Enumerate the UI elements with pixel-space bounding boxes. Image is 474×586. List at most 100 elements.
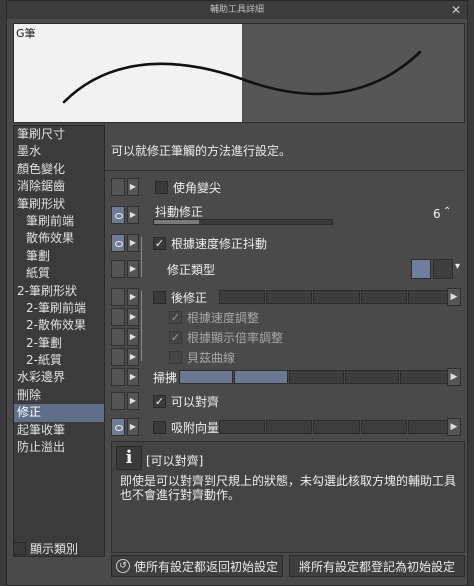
- settings-panel: ▶ 使角變尖 ▶ 抖動修正 6 ⌃ ▶ ✓ 根據速度修正抖動 ▶ 修正類型 ▾ …: [105, 177, 469, 439]
- category-item[interactable]: 2-散佈效果: [14, 317, 104, 334]
- speed-stab-checkbox[interactable]: ✓: [153, 236, 166, 250]
- post-correction-bar[interactable]: [219, 290, 455, 304]
- expand-arrow-icon[interactable]: ▶: [127, 328, 139, 346]
- stabilization-slider-fill: [154, 220, 199, 224]
- correction-type-label: 修正類型: [167, 262, 216, 277]
- bar-segment: [360, 420, 407, 434]
- category-item[interactable]: 刪除: [14, 387, 104, 404]
- row-sweep: ▶ 掃拂 ▶: [105, 367, 469, 387]
- close-icon[interactable]: ✕: [451, 1, 461, 19]
- bezier-label: 貝茲曲線: [187, 350, 236, 365]
- row-stabilization: ▶ 抖動修正 6 ⌃: [105, 203, 469, 227]
- speed-adjust-checkbox[interactable]: ✓: [169, 310, 182, 324]
- speed-adjust-label: 根據速度調整: [187, 310, 260, 325]
- visibility-toggle-icon[interactable]: [111, 260, 125, 278]
- category-item[interactable]: 紙質: [14, 265, 104, 282]
- stabilization-value[interactable]: 6: [433, 207, 441, 221]
- bar-segment: [313, 290, 360, 304]
- bar-segment: [399, 370, 455, 384]
- zoom-adjust-checkbox[interactable]: ✓: [169, 330, 182, 344]
- category-item[interactable]: 散佈效果: [14, 230, 104, 247]
- speed-stab-label: 根據速度修正抖動: [171, 236, 268, 251]
- category-item[interactable]: 筆劃: [14, 248, 104, 265]
- bar-segment: [266, 420, 313, 434]
- corner-sharp-checkbox[interactable]: [155, 180, 168, 194]
- visibility-toggle-icon[interactable]: [111, 234, 125, 252]
- visibility-toggle-icon[interactable]: [111, 178, 125, 196]
- bar-segment: [219, 420, 266, 434]
- expand-arrow-icon[interactable]: ▶: [127, 178, 139, 196]
- category-item[interactable]: 顏色變化: [14, 161, 104, 178]
- category-item[interactable]: 2-紙質: [14, 352, 104, 369]
- category-description: 可以就修正筆觸的方法進行設定。: [105, 125, 465, 171]
- sweep-label: 掃拂: [153, 370, 178, 385]
- category-item[interactable]: 消除鋸齒: [14, 178, 104, 195]
- category-item[interactable]: 修正: [14, 404, 104, 422]
- vector-snap-bar[interactable]: [219, 420, 455, 434]
- show-category-option[interactable]: 顯示類別: [13, 539, 78, 557]
- row-speed-adjust: ▶ ✓ 根據速度調整: [105, 307, 469, 327]
- bar-segment: [179, 370, 234, 384]
- visibility-toggle-icon[interactable]: [111, 368, 125, 386]
- vector-snap-label: 吸附向量: [171, 420, 220, 435]
- info-title: [可以對齊]: [146, 454, 204, 468]
- correction-type-option-2[interactable]: [433, 259, 453, 279]
- info-panel: i [可以對齊] 即使是可以對齊到尺規上的狀態，未勾選此核取方塊的輔助工具也不會…: [111, 441, 465, 553]
- title-bar[interactable]: 輔助工具詳細 ✕: [7, 1, 467, 19]
- sweep-bar[interactable]: [179, 370, 455, 384]
- category-item[interactable]: 起筆收筆: [14, 422, 104, 439]
- spin-arrows-icon[interactable]: ⌃: [443, 206, 451, 217]
- reset-all-button[interactable]: ↺ 使所有設定都返回初始設定: [111, 555, 283, 577]
- expand-arrow-icon[interactable]: ▶: [127, 418, 139, 436]
- bezier-checkbox[interactable]: [169, 350, 182, 364]
- stabilization-label: 抖動修正: [155, 205, 204, 219]
- category-item[interactable]: 筆刷前端: [14, 213, 104, 230]
- reset-icon: ↺: [115, 559, 130, 573]
- category-item[interactable]: 筆刷尺寸: [14, 126, 104, 143]
- visibility-toggle-icon[interactable]: [111, 392, 125, 410]
- bar-segment: [219, 290, 266, 304]
- expand-arrow-icon[interactable]: ▶: [127, 234, 139, 252]
- category-item[interactable]: 水彩邊界: [14, 369, 104, 386]
- bar-segment: [344, 370, 399, 384]
- vector-snap-checkbox[interactable]: [153, 420, 166, 434]
- expand-arrow-icon[interactable]: ▶: [127, 206, 139, 224]
- expand-arrow-icon[interactable]: ▶: [127, 260, 139, 278]
- snap-label: 可以對齊: [171, 394, 220, 409]
- expand-arrow-icon[interactable]: ▶: [127, 368, 139, 386]
- category-item[interactable]: 防止溢出: [14, 439, 104, 456]
- category-item[interactable]: 筆刷形狀: [14, 196, 104, 213]
- visibility-toggle-icon[interactable]: [111, 308, 125, 326]
- reset-all-label: 使所有設定都返回初始設定: [133, 559, 278, 574]
- expand-arrow-icon[interactable]: ▶: [127, 392, 139, 410]
- expand-arrow-icon[interactable]: ▶: [127, 348, 139, 366]
- sub-tool-detail-window: 輔助工具詳細 ✕ G筆 筆刷尺寸 墨水 顏色變化 消除鋸齒 筆刷形狀 筆刷前端 散佈效果 筆劃…: [6, 0, 468, 586]
- bar-segment: [289, 370, 344, 384]
- visibility-toggle-icon[interactable]: [111, 348, 125, 366]
- post-correction-checkbox[interactable]: [153, 290, 166, 304]
- chevron-down-icon[interactable]: ▾: [455, 261, 460, 272]
- snap-checkbox[interactable]: ✓: [153, 394, 166, 408]
- row-zoom-adjust: ▶ ✓ 根據顯示倍率調整: [105, 327, 469, 347]
- category-item[interactable]: 2-筆刷前端: [14, 300, 104, 317]
- post-correction-more-icon[interactable]: ▶: [447, 288, 461, 306]
- category-item[interactable]: 2-筆刷形狀: [14, 283, 104, 300]
- register-default-button[interactable]: 將所有設定都登記為初始設定: [289, 555, 465, 577]
- visibility-toggle-icon[interactable]: [111, 418, 125, 436]
- expand-arrow-icon[interactable]: ▶: [127, 308, 139, 326]
- vector-snap-more-icon[interactable]: ▶: [447, 418, 461, 436]
- row-bezier: ▶ 貝茲曲線: [105, 347, 469, 367]
- sweep-more-icon[interactable]: ▶: [447, 368, 461, 386]
- visibility-toggle-icon[interactable]: [111, 328, 125, 346]
- expand-arrow-icon[interactable]: ▶: [127, 288, 139, 306]
- category-item[interactable]: 2-筆劃: [14, 335, 104, 352]
- show-category-checkbox[interactable]: [13, 541, 26, 555]
- row-speed-stabilization: ▶ ✓ 根據速度修正抖動: [105, 233, 469, 253]
- visibility-toggle-icon[interactable]: [111, 206, 125, 224]
- correction-type-option-1[interactable]: [411, 259, 431, 279]
- row-corner-sharp: ▶ 使角變尖: [105, 177, 469, 197]
- stabilization-slider[interactable]: [153, 219, 333, 225]
- category-item[interactable]: 墨水: [14, 143, 104, 160]
- info-icon: i: [116, 446, 142, 470]
- visibility-toggle-icon[interactable]: [111, 288, 125, 306]
